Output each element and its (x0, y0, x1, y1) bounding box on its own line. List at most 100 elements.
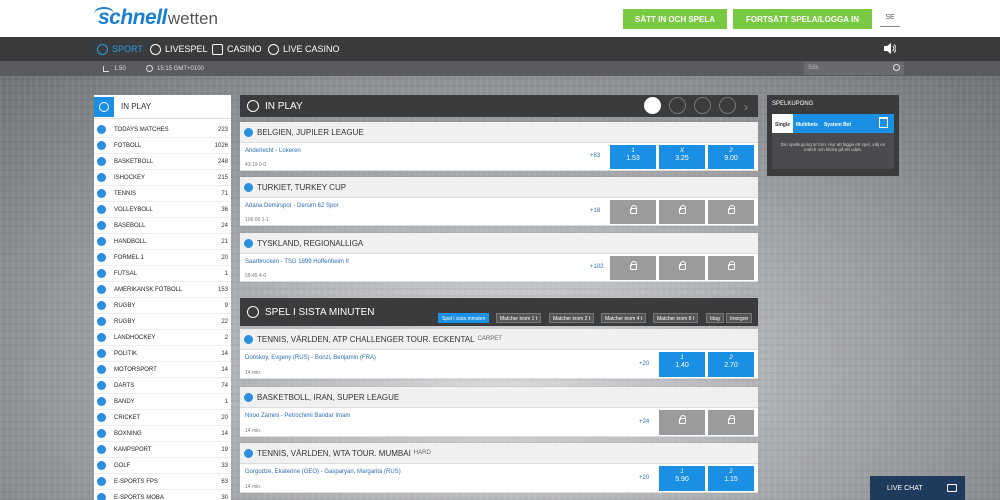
league-header[interactable]: TURKIET, TURKEY CUP (240, 177, 758, 198)
sidebar-header[interactable]: IN PLAY (94, 95, 231, 119)
time-filter-tab[interactable]: Matcher inom 4 t (601, 313, 647, 323)
sidebar-item[interactable]: FUTSAL 1 (94, 266, 231, 282)
sidebar-item[interactable]: BASEBOLL 24 (94, 218, 231, 234)
time-filter-tab[interactable]: Matcher inom 8 t (653, 313, 699, 323)
sport-icon (97, 493, 106, 500)
odds-value: 3.25 (675, 155, 689, 162)
tab-system-bet[interactable]: System Bet (821, 114, 854, 133)
event-name[interactable]: Niroo Zamini - Petrochimi Bandar Imam (245, 413, 350, 419)
live-chat-button[interactable]: LIVE CHAT (870, 476, 965, 500)
nav-sport[interactable]: SPORT (97, 37, 143, 61)
sidebar-item-label: KAMPSPORT (114, 446, 152, 453)
more-markets-link[interactable]: +102 (590, 264, 604, 270)
odds-button[interactable]: X 3.25 (659, 145, 705, 169)
league-header[interactable]: TYSKLAND, REGIONALLIGA (240, 233, 758, 254)
sidebar-item-label: POLITIK (114, 350, 138, 357)
odds-label: 2 (729, 469, 733, 475)
logo[interactable]: schnell wetten (94, 6, 218, 32)
sidebar-item[interactable]: HANDBOLL 21 (94, 234, 231, 250)
odds-button[interactable]: 1 1.40 (659, 352, 705, 377)
stopwatch-icon (150, 43, 161, 55)
sidebar-item[interactable]: TODAYS MATCHES 223 (94, 122, 231, 138)
sidebar-item[interactable]: DARTS 74 (94, 378, 231, 394)
league-header[interactable]: BASKETBOLL, IRAN, SUPER LEAGUE (240, 387, 758, 408)
sidebar-item[interactable]: CRICKET 20 (94, 410, 231, 426)
lock-icon (629, 205, 637, 214)
sidebar-item-label: VOLLEYBOLL (114, 206, 153, 213)
search-input[interactable]: Sök (804, 62, 904, 75)
sport-icon (97, 365, 106, 374)
league-name: BASKETBOLL, IRAN, SUPER LEAGUE (257, 392, 400, 402)
sidebar-item[interactable]: GOLF 33 (94, 458, 231, 474)
odds-button[interactable]: 2 9.00 (708, 145, 754, 169)
league-header[interactable]: TENNIS, VÄRLDEN, WTA TOUR. MUMBAI HARD (240, 443, 758, 464)
odds-button[interactable]: 1 5.90 (659, 466, 705, 491)
event-name[interactable]: Gorgodze, Ekaterine (GEO) - Gasparyan, M… (245, 469, 401, 475)
time-filter-tab[interactable]: Imorgon (726, 313, 753, 323)
chevron-right-icon[interactable]: › (744, 100, 748, 114)
sidebar-item[interactable]: POLITIK 14 (94, 346, 231, 362)
basketball-icon[interactable] (694, 97, 711, 114)
event-name[interactable]: Anderlecht - Lokeren (245, 148, 301, 154)
time-filter-tab[interactable]: Matcher inom 1 t (496, 313, 542, 323)
tab-multibets[interactable]: Multibets (793, 114, 821, 133)
odds-value: 9.00 (724, 155, 738, 162)
time-filter-tab[interactable]: Spel i sista minuten (438, 313, 490, 323)
tab-single[interactable]: Single (772, 114, 794, 133)
trash-icon[interactable] (879, 117, 888, 128)
sport-icon (97, 333, 106, 342)
sidebar-item[interactable]: E-SPORTS FPS 63 (94, 474, 231, 490)
sidebar-item-label: AMERIKANSK FOTBOLL (114, 286, 183, 293)
sidebar-item[interactable]: VOLLEYBOLL 36 (94, 202, 231, 218)
league-header[interactable]: BELGIEN, JUPILER LEAGUE (240, 122, 758, 143)
odds-button[interactable]: 1 1.53 (610, 145, 656, 169)
event-row[interactable]: Saarbrucken - TSG 1899 Hoffenheim II 58:4… (240, 254, 758, 282)
nav-live-casino[interactable]: LIVE CASINO (268, 37, 340, 61)
sidebar-item[interactable]: RUGBY 22 (94, 314, 231, 330)
more-markets-link[interactable]: +24 (639, 419, 649, 425)
sidebar-item[interactable]: MOTORSPORT 14 (94, 362, 231, 378)
event-row[interactable]: Gorgodze, Ekaterine (GEO) - Gasparyan, M… (240, 464, 758, 493)
tennis-ball-icon[interactable] (669, 97, 686, 114)
sport-icon (97, 461, 106, 470)
sidebar-item[interactable]: BASKETBOLL 248 (94, 154, 231, 170)
sidebar-item[interactable]: BANDY 1 (94, 394, 231, 410)
login-button[interactable]: FORTSÄTT SPELA/LOGGA IN (733, 9, 872, 29)
event-row[interactable]: Anderlecht - Lokeren 43:19 0-0 +83 1 1.53 X 3.… (240, 143, 758, 171)
sidebar-item[interactable]: FOTBOLL 1026 (94, 138, 231, 154)
time-filter-tab[interactable]: Matcher inom 2 t (549, 313, 595, 323)
sport-icon (97, 173, 106, 182)
odds-button[interactable]: 2 1.15 (708, 466, 754, 491)
event-name[interactable]: Saarbrucken - TSG 1899 Hoffenheim II (245, 259, 349, 265)
sidebar-item[interactable]: BOXNING 14 (94, 426, 231, 442)
event-name[interactable]: Adana Demirspor - Dersim 62 Spor (245, 203, 339, 209)
sidebar-item[interactable]: RUGBY 9 (94, 298, 231, 314)
sidebar-item[interactable]: ISHOCKEY 215 (94, 170, 231, 186)
billiard-ball-icon[interactable] (719, 97, 736, 114)
odds-button-locked (659, 200, 705, 224)
event-name[interactable]: Donskoy, Evgeny (RUS) - Bonzi, Benjamin … (245, 355, 376, 361)
sidebar-item[interactable]: FORMEL 1 20 (94, 250, 231, 266)
sidebar-item[interactable]: LANDHOCKEY 2 (94, 330, 231, 346)
deposit-button[interactable]: SÄTT IN OCH SPELA (623, 9, 727, 29)
sidebar-item[interactable]: AMERIKANSK FOTBOLL 153 (94, 282, 231, 298)
nav-casino[interactable]: CASINO (212, 37, 262, 61)
event-row[interactable]: Niroo Zamini - Petrochimi Bandar Imam 14 … (240, 408, 758, 437)
football-icon[interactable] (644, 97, 661, 114)
event-row[interactable]: Adana Demirspor - Dersim 62 Spor 106:00 1… (240, 198, 758, 226)
more-markets-link[interactable]: +83 (590, 153, 600, 159)
language-selector[interactable]: SE (880, 11, 900, 27)
sidebar-item[interactable]: E-SPORTS MOBA 30 (94, 490, 231, 500)
more-markets-link[interactable]: +18 (590, 208, 600, 214)
speaker-icon[interactable] (884, 43, 896, 54)
event-row[interactable]: Donskoy, Evgeny (RUS) - Bonzi, Benjamin … (240, 350, 758, 379)
odds-button[interactable]: 2 2.70 (708, 352, 754, 377)
more-markets-link[interactable]: +20 (639, 361, 649, 367)
sidebar-item[interactable]: KAMPSPORT 19 (94, 442, 231, 458)
odds-format[interactable]: 1.50 (103, 61, 126, 76)
more-markets-link[interactable]: +20 (639, 475, 649, 481)
time-filter-tab[interactable]: Idag (706, 313, 724, 323)
nav-livespel[interactable]: LIVESPEL (150, 37, 208, 61)
sidebar-item[interactable]: TENNIS 71 (94, 186, 231, 202)
league-header[interactable]: TENNIS, VÄRLDEN, ATP CHALLENGER TOUR. EC… (240, 329, 758, 350)
